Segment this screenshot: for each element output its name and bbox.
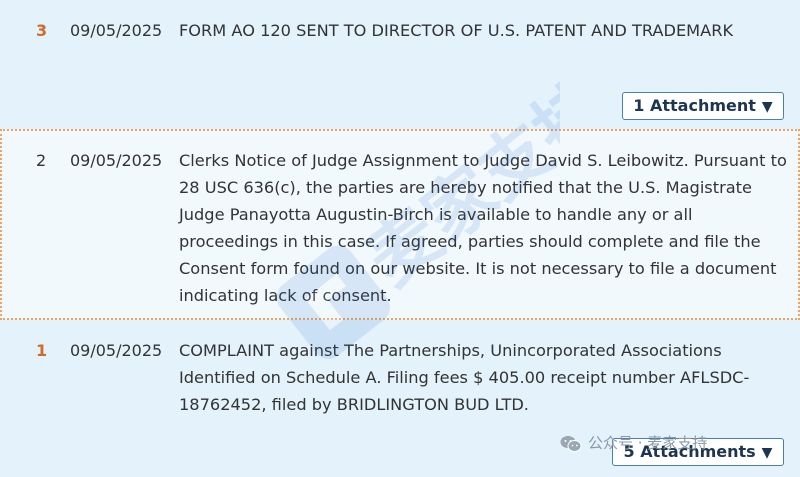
attachments-label: 5 Attachments	[623, 441, 756, 461]
docket-entry: 2 09/05/2025 Clerks Notice of Judge Assi…	[0, 129, 800, 320]
caret-down-icon: ▼	[761, 98, 773, 115]
attachments-dropdown-button[interactable]: 5 Attachments ▼	[612, 438, 784, 466]
entry-date: 09/05/2025	[70, 21, 163, 40]
entry-description: Clerks Notice of Judge Assignment to Jud…	[179, 151, 787, 305]
entry-date: 09/05/2025	[70, 341, 163, 360]
entry-number-link[interactable]: 1	[36, 337, 47, 364]
caret-down-icon: ▼	[761, 444, 773, 461]
docket-entry: 1 09/05/2025 COMPLAINT against The Partn…	[0, 320, 800, 477]
attachments-dropdown-button[interactable]: 1 Attachment ▼	[622, 92, 784, 120]
entry-number-link[interactable]: 3	[36, 17, 47, 44]
entry-description: FORM AO 120 SENT TO DIRECTOR OF U.S. PAT…	[179, 21, 734, 40]
entry-number: 2	[36, 151, 47, 170]
entry-description: COMPLAINT against The Partnerships, Unin…	[179, 341, 750, 414]
entry-date: 09/05/2025	[70, 151, 163, 170]
docket-entries-list: 3 09/05/2025 FORM AO 120 SENT TO DIRECTO…	[0, 0, 800, 477]
docket-entry: 3 09/05/2025 FORM AO 120 SENT TO DIRECTO…	[0, 0, 800, 129]
attachments-label: 1 Attachment	[633, 95, 756, 115]
